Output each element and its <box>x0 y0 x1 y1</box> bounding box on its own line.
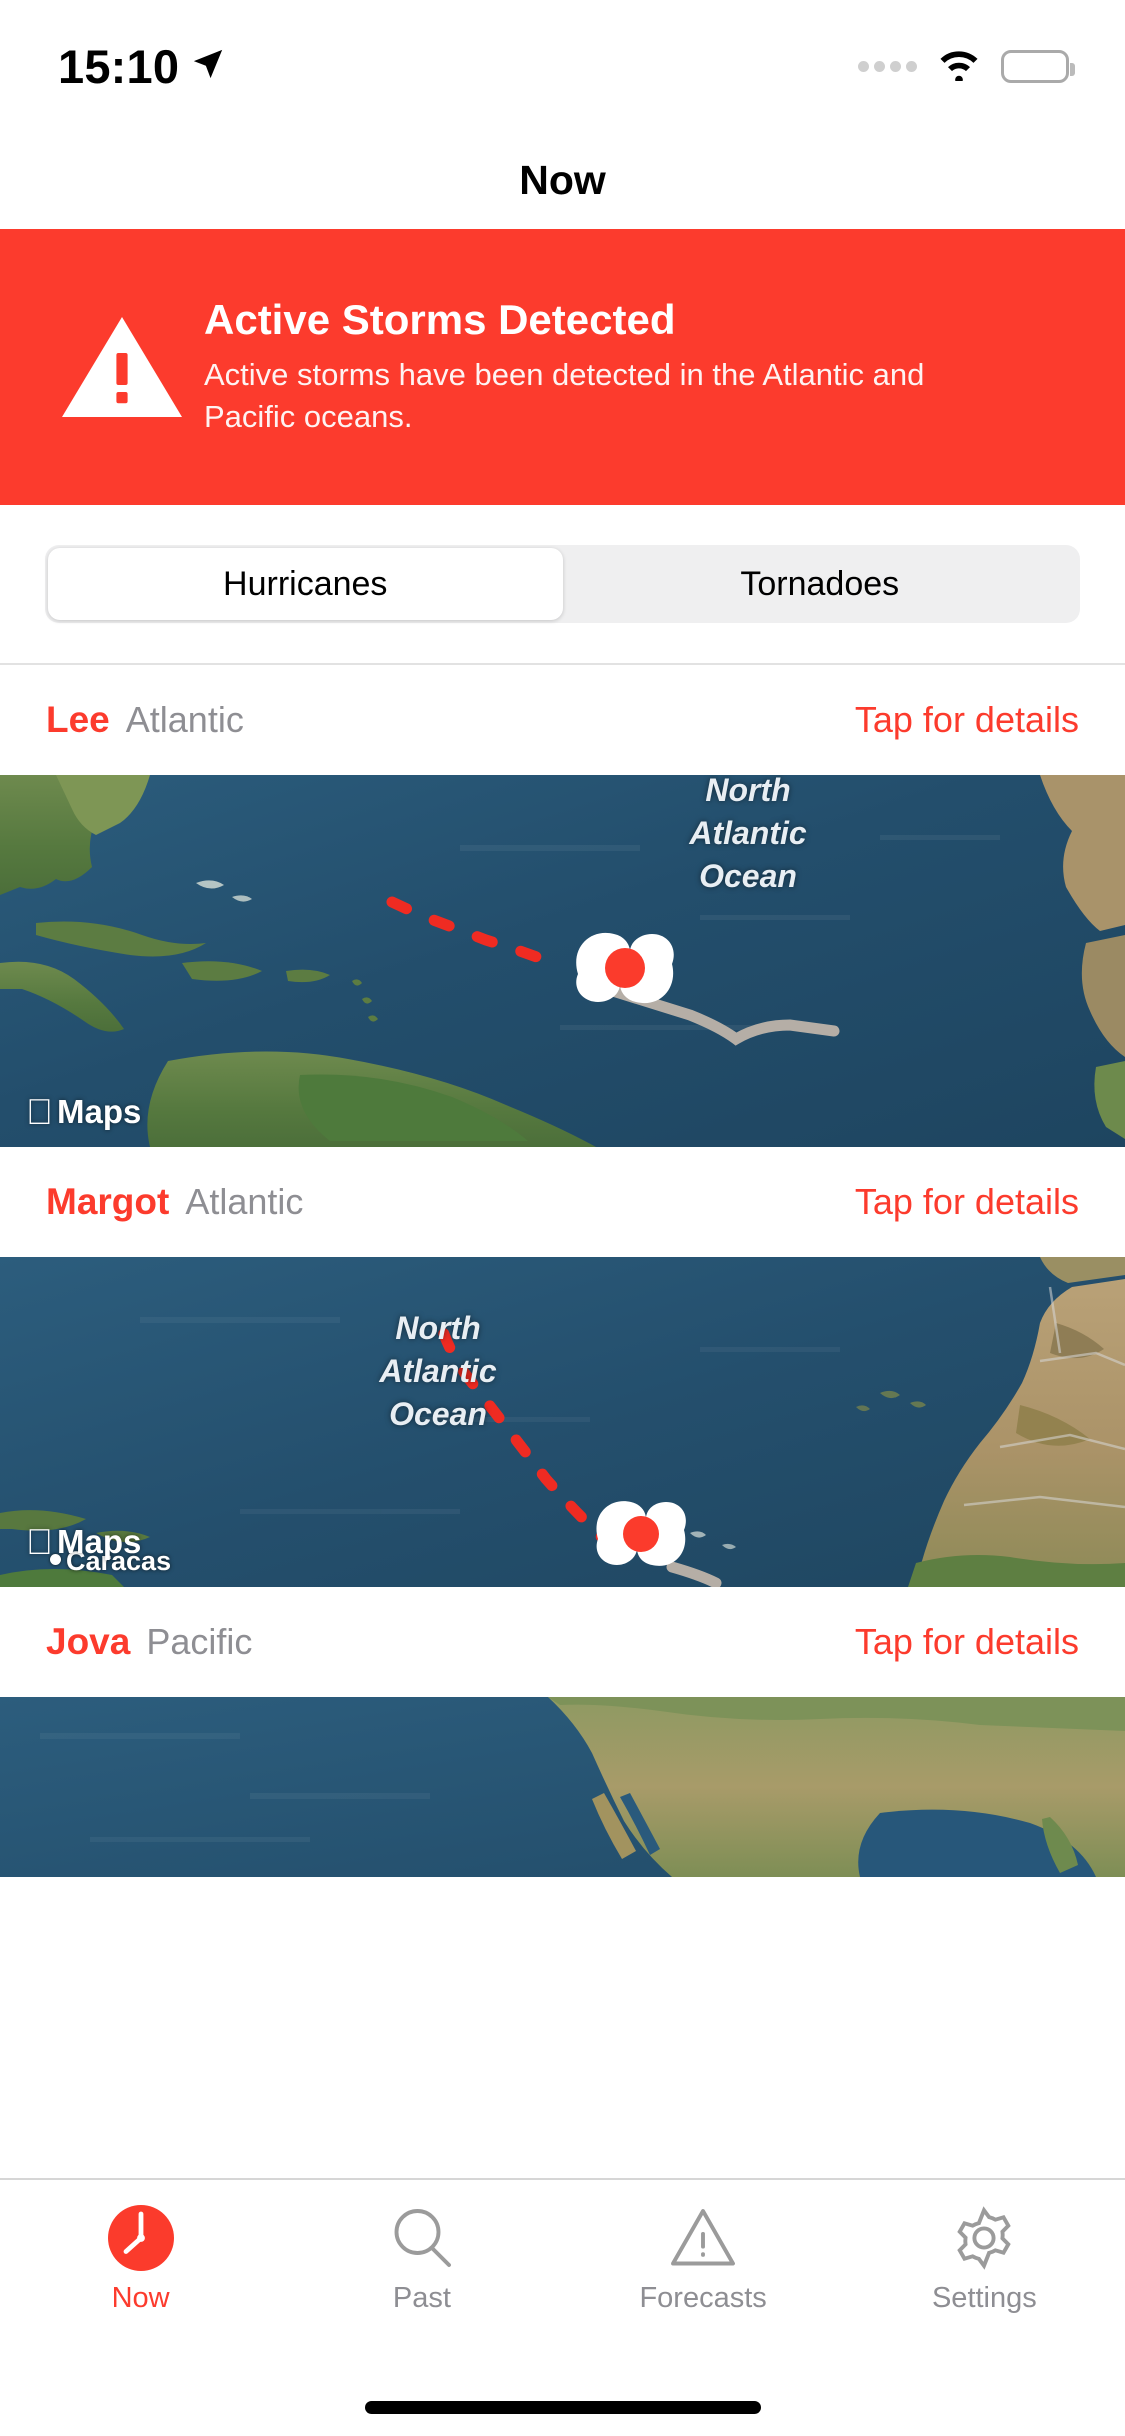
alert-title: Active Storms Detected <box>204 296 676 343</box>
location-arrow-icon <box>191 47 225 86</box>
wifi-icon <box>937 47 981 86</box>
ocean-label: North Atlantic Ocean <box>379 1310 497 1433</box>
map-attribution:  Maps <box>26 1523 141 1561</box>
storm-map-jova[interactable] <box>0 1697 1125 1877</box>
ocean-label: North Atlantic Ocean <box>689 775 807 895</box>
tab-label-past: Past <box>392 2282 451 2314</box>
storm-row-header[interactable]: Margot Atlantic Tap for details <box>0 1147 1125 1257</box>
apple-logo-icon:  <box>26 1524 53 1560</box>
storm-row-header[interactable]: Lee Atlantic Tap for details <box>0 665 1125 775</box>
storm-row-header[interactable]: Jova Pacific Tap for details <box>0 1587 1125 1697</box>
map-canvas-jova <box>0 1697 1125 1877</box>
storm-map-lee[interactable]: NorthAtlanticOcean  Maps <box>0 775 1125 1147</box>
storm-name: Lee <box>46 699 110 740</box>
cellular-dots-icon <box>858 60 917 72</box>
tab-forecasts[interactable]: Forecasts <box>563 2202 844 2315</box>
status-bar-right <box>858 47 1075 86</box>
tab-settings[interactable]: Settings <box>844 2202 1125 2315</box>
map-canvas-lee <box>0 775 1125 1147</box>
maps-label: Maps <box>30 1093 141 1130</box>
apple-logo-icon:  <box>26 1094 53 1130</box>
storm-identity: Jova Pacific <box>46 1621 252 1663</box>
battery-full-icon <box>1001 49 1075 83</box>
tab-label-settings: Settings <box>931 2282 1037 2314</box>
map-canvas-margot <box>0 1257 1125 1587</box>
magnifier-icon <box>386 2202 458 2274</box>
storm-basin: Pacific <box>146 1621 253 1662</box>
storm-details-link[interactable]: Tap for details <box>855 1621 1079 1663</box>
status-bar-left: 15:10 <box>58 43 225 90</box>
tab-bar: Now Past Forecasts Settings <box>0 2178 1125 2436</box>
tab-label-now: Now <box>111 2282 170 2314</box>
storm-name: Jova <box>46 1621 131 1662</box>
storm-details-link[interactable]: Tap for details <box>855 1181 1079 1223</box>
hurricane-symbol-icon <box>576 932 674 1004</box>
tab-past[interactable]: Past <box>281 2202 562 2315</box>
maps-label: Maps <box>30 1523 141 1560</box>
home-indicator[interactable] <box>364 2401 761 2414</box>
gear-icon <box>948 2202 1020 2274</box>
storm-list[interactable]: Lee Atlantic Tap for details North Atlan… <box>0 665 1125 2178</box>
storm-map-margot[interactable]: NorthAtlanticOcean  Maps Caracas <box>0 1257 1125 1587</box>
nav-bar: Now <box>0 132 1125 228</box>
storm-identity: Margot Atlantic <box>46 1181 303 1223</box>
warning-triangle-icon <box>46 313 198 421</box>
storm-type-filter: Hurricanes Tornadoes <box>0 505 1125 665</box>
storm-details-link[interactable]: Tap for details <box>855 699 1079 741</box>
storm-identity: Lee Atlantic <box>46 699 244 741</box>
storm-basin: Atlantic <box>125 699 244 740</box>
segment-hurricanes[interactable]: Hurricanes <box>48 548 563 620</box>
tab-label-forecasts: Forecasts <box>639 2282 767 2314</box>
status-bar: 15:10 <box>0 0 1125 132</box>
status-bar-clock: 15:10 <box>58 39 180 93</box>
segmented-control[interactable]: Hurricanes Tornadoes <box>45 545 1080 623</box>
storm-name: Margot <box>46 1181 170 1222</box>
page-title: Now <box>519 156 606 203</box>
map-attribution:  Maps <box>26 1093 141 1131</box>
tab-now[interactable]: Now <box>0 2202 281 2315</box>
active-storms-alert-banner[interactable]: Active Storms Detected Active storms hav… <box>0 229 1125 505</box>
segment-tornadoes[interactable]: Tornadoes <box>563 548 1078 620</box>
app-screen: 15:10 Now Active Storms Detected Active … <box>0 0 1125 2436</box>
alert-text-block: Active Storms Detected Active storms hav… <box>198 296 964 438</box>
alert-message: Active storms have been detected in the … <box>204 357 925 435</box>
warning-triangle-outline-icon <box>667 2202 739 2274</box>
storm-basin: Atlantic <box>185 1181 304 1222</box>
hurricane-symbol-icon <box>596 1501 686 1566</box>
clock-icon <box>105 2202 177 2274</box>
